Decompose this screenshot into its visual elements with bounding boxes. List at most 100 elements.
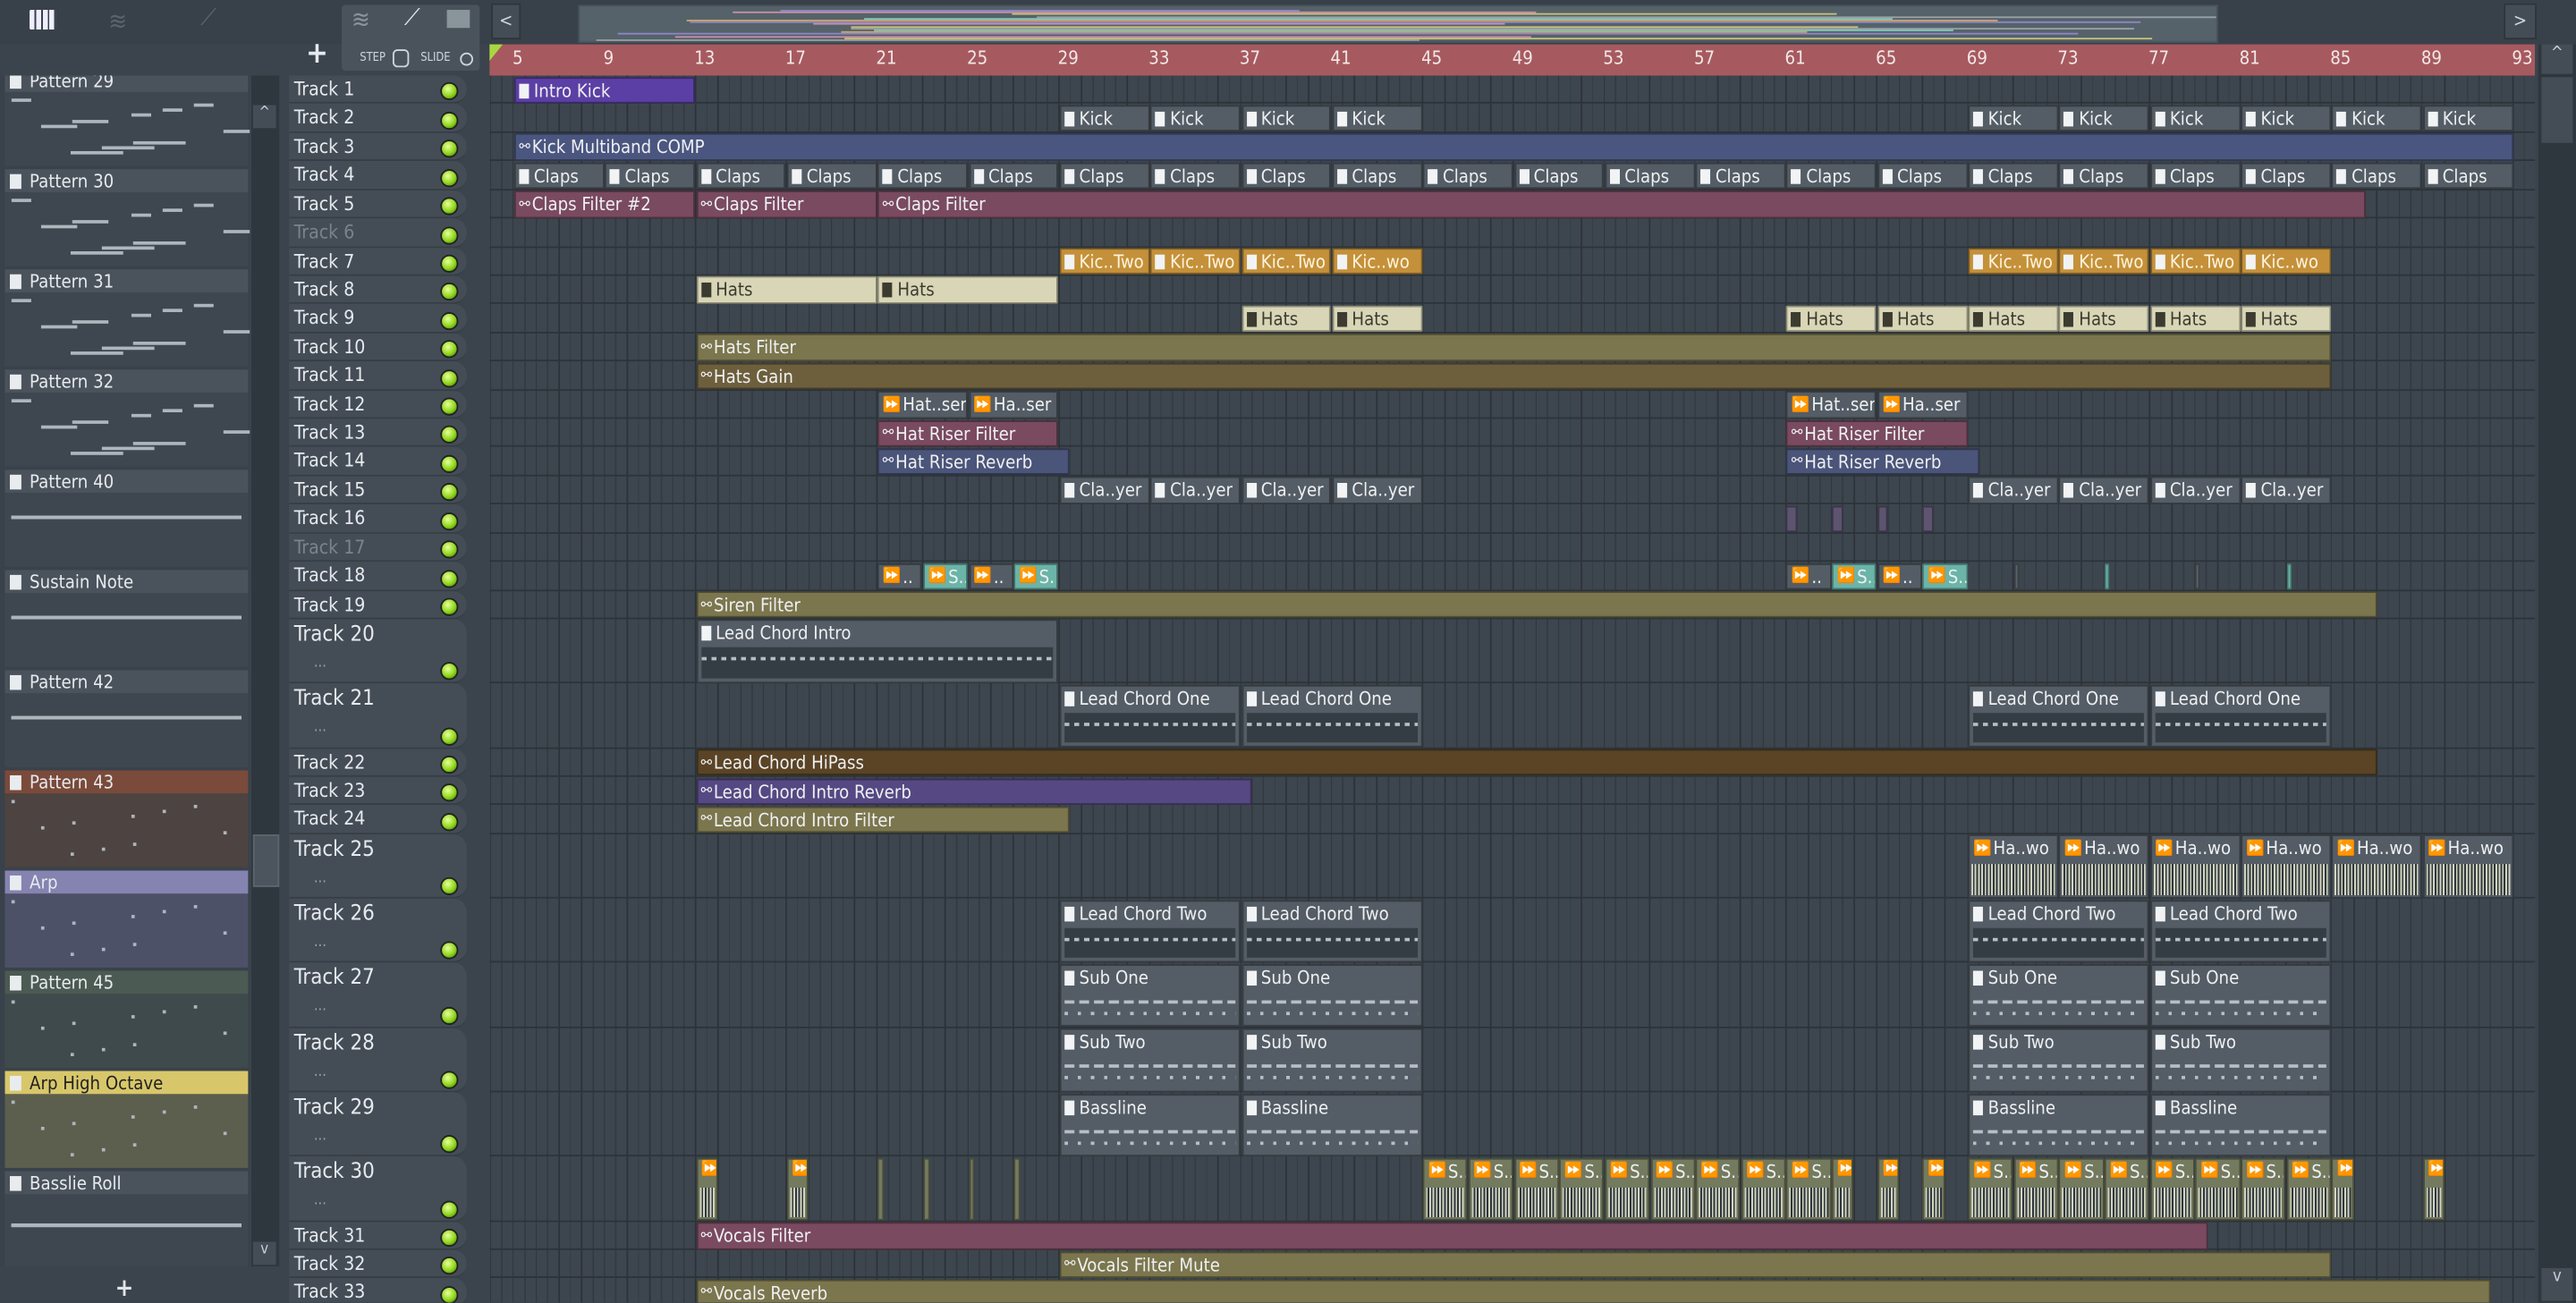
- track-header[interactable]: Track 12: [289, 390, 466, 419]
- clip[interactable]: ⏩: [1923, 1158, 1945, 1221]
- track-header[interactable]: Track 32: [289, 1250, 466, 1279]
- track-mute-led[interactable]: [440, 1229, 458, 1247]
- clip[interactable]: Claps: [2332, 162, 2422, 189]
- clip[interactable]: Kick: [2332, 105, 2422, 131]
- clip[interactable]: ⏩ Hat..ser: [877, 391, 968, 418]
- pattern-header[interactable]: Pattern 32: [5, 369, 249, 393]
- clip[interactable]: Claps: [696, 162, 786, 189]
- clip-marker[interactable]: [2286, 563, 2292, 589]
- clip[interactable]: Lead Chord One: [1060, 684, 1241, 747]
- track-more-icon[interactable]: ...: [314, 870, 326, 886]
- clip[interactable]: ⏩ S..: [1423, 1158, 1468, 1221]
- track-name[interactable]: Track 17: [294, 535, 366, 558]
- clip[interactable]: Kic..Two: [1150, 248, 1241, 275]
- clip[interactable]: ⏩ Ha..wo: [2059, 835, 2149, 898]
- pattern-item[interactable]: Pattern 40: [5, 470, 249, 566]
- clip[interactable]: ⏩ S..: [2241, 1158, 2285, 1221]
- clip[interactable]: ⏩ Ha..ser: [1877, 391, 1968, 418]
- clip[interactable]: ⏩: [696, 1158, 717, 1221]
- pattern-header[interactable]: Pattern 31: [5, 269, 249, 292]
- track-mute-led[interactable]: [440, 1136, 458, 1154]
- track-mute-led[interactable]: [440, 756, 458, 774]
- clip[interactable]: ⚯ Lead Chord Intro Reverb: [696, 778, 1251, 805]
- pattern-item[interactable]: Pattern 29: [5, 75, 249, 165]
- scroll-right-button[interactable]: >: [2504, 4, 2537, 39]
- clip[interactable]: Bassline: [1060, 1093, 1241, 1155]
- clip[interactable]: Hats: [1969, 305, 2059, 332]
- clip[interactable]: Sub Two: [1060, 1028, 1241, 1091]
- piano-roll-icon[interactable]: [30, 10, 55, 30]
- clip-marker[interactable]: [1786, 505, 1797, 532]
- clip[interactable]: ⏩ Ha..wo: [2423, 835, 2513, 898]
- track-mute-led[interactable]: [440, 1257, 458, 1275]
- track-mute-led[interactable]: [440, 169, 458, 187]
- clip[interactable]: Cla..yer: [2150, 477, 2241, 503]
- track-header[interactable]: Track 14: [289, 447, 466, 476]
- track-header[interactable]: Track 8: [289, 275, 466, 304]
- clip[interactable]: ⏩: [923, 1158, 929, 1221]
- clip-marker[interactable]: [1877, 505, 1888, 532]
- track-header[interactable]: Track 23: [289, 777, 466, 806]
- clip[interactable]: ⏩: [2332, 1158, 2353, 1221]
- clip[interactable]: Lead Chord One: [2150, 684, 2331, 747]
- track-header[interactable]: Track 5: [289, 190, 466, 218]
- pattern-header[interactable]: Pattern 42: [5, 670, 249, 693]
- track-more-icon[interactable]: ...: [314, 1064, 326, 1080]
- clip[interactable]: Claps: [787, 162, 877, 189]
- pattern-header[interactable]: Pattern 29: [5, 75, 249, 91]
- track-header[interactable]: Track 7: [289, 247, 466, 275]
- track-header[interactable]: Track 2: [289, 104, 466, 132]
- track-header[interactable]: Track 17: [289, 533, 466, 562]
- track-name[interactable]: Track 31: [294, 1223, 366, 1247]
- clip[interactable]: Kic..Two: [1969, 248, 2059, 275]
- track-mute-led[interactable]: [440, 1006, 458, 1024]
- track-header[interactable]: Track 27...: [289, 963, 466, 1028]
- piano-roll-icon[interactable]: [447, 10, 470, 28]
- clip[interactable]: ⏩ S..: [923, 563, 968, 589]
- track-header[interactable]: Track 16: [289, 504, 466, 533]
- clip[interactable]: Hats: [1786, 305, 1877, 332]
- clip[interactable]: Sub One: [1060, 964, 1241, 1027]
- clip[interactable]: ⚯ Hat Riser Filter: [1786, 419, 1967, 446]
- clip[interactable]: ⏩ S..: [1650, 1158, 1695, 1221]
- clip[interactable]: Sub One: [2150, 964, 2331, 1027]
- add-track-button[interactable]: +: [299, 36, 335, 72]
- clip[interactable]: Claps: [1786, 162, 1877, 189]
- clip[interactable]: Claps: [1423, 162, 1513, 189]
- track-mute-led[interactable]: [440, 427, 458, 444]
- pattern-item[interactable]: Pattern 43: [5, 770, 249, 867]
- clip[interactable]: ⚯ Lead Chord HiPass: [696, 749, 2377, 776]
- clip[interactable]: ⚯ Siren Filter: [696, 591, 2377, 618]
- clip[interactable]: Hats: [1877, 305, 1968, 332]
- clip[interactable]: Claps: [1877, 162, 1968, 189]
- clip[interactable]: Kic..Two: [2150, 248, 2241, 275]
- track-header[interactable]: Track 18: [289, 562, 466, 590]
- track-name[interactable]: Track 28: [294, 1031, 375, 1056]
- track-mute-led[interactable]: [440, 83, 458, 101]
- track-mute-led[interactable]: [440, 283, 458, 301]
- clip[interactable]: ⏩ Ha..wo: [1969, 835, 2059, 898]
- clip[interactable]: ⏩: [877, 1158, 884, 1221]
- clip[interactable]: ⏩ S..: [2059, 1158, 2104, 1221]
- pattern-scrollbar[interactable]: ^ v: [251, 75, 279, 1266]
- clip[interactable]: ⚯ Kick Multiband COMP: [514, 133, 2512, 160]
- clip[interactable]: Kic..Two: [2059, 248, 2149, 275]
- clip[interactable]: Cla..yer: [1241, 477, 1332, 503]
- track-name[interactable]: Track 1: [294, 77, 355, 100]
- track-header[interactable]: Track 22: [289, 749, 466, 777]
- clip[interactable]: ⏩ S..: [1014, 563, 1059, 589]
- track-header[interactable]: Track 3: [289, 132, 466, 161]
- clip[interactable]: Claps: [1605, 162, 1695, 189]
- clip[interactable]: Kic..Two: [1241, 248, 1332, 275]
- track-name[interactable]: Track 12: [294, 392, 366, 415]
- clip[interactable]: Claps: [1332, 162, 1422, 189]
- track-name[interactable]: Track 29: [294, 1096, 375, 1121]
- clip[interactable]: Hats: [1241, 305, 1332, 332]
- clip[interactable]: Kic..Two: [1060, 248, 1150, 275]
- track-name[interactable]: Track 3: [294, 134, 355, 157]
- pattern-item[interactable]: Pattern 30: [5, 169, 249, 266]
- track-mute-led[interactable]: [440, 813, 458, 831]
- pattern-item[interactable]: Basslie Roll: [5, 1172, 249, 1267]
- track-name[interactable]: Track 7: [294, 249, 355, 272]
- clip[interactable]: ⚯ Claps Filter: [696, 190, 877, 217]
